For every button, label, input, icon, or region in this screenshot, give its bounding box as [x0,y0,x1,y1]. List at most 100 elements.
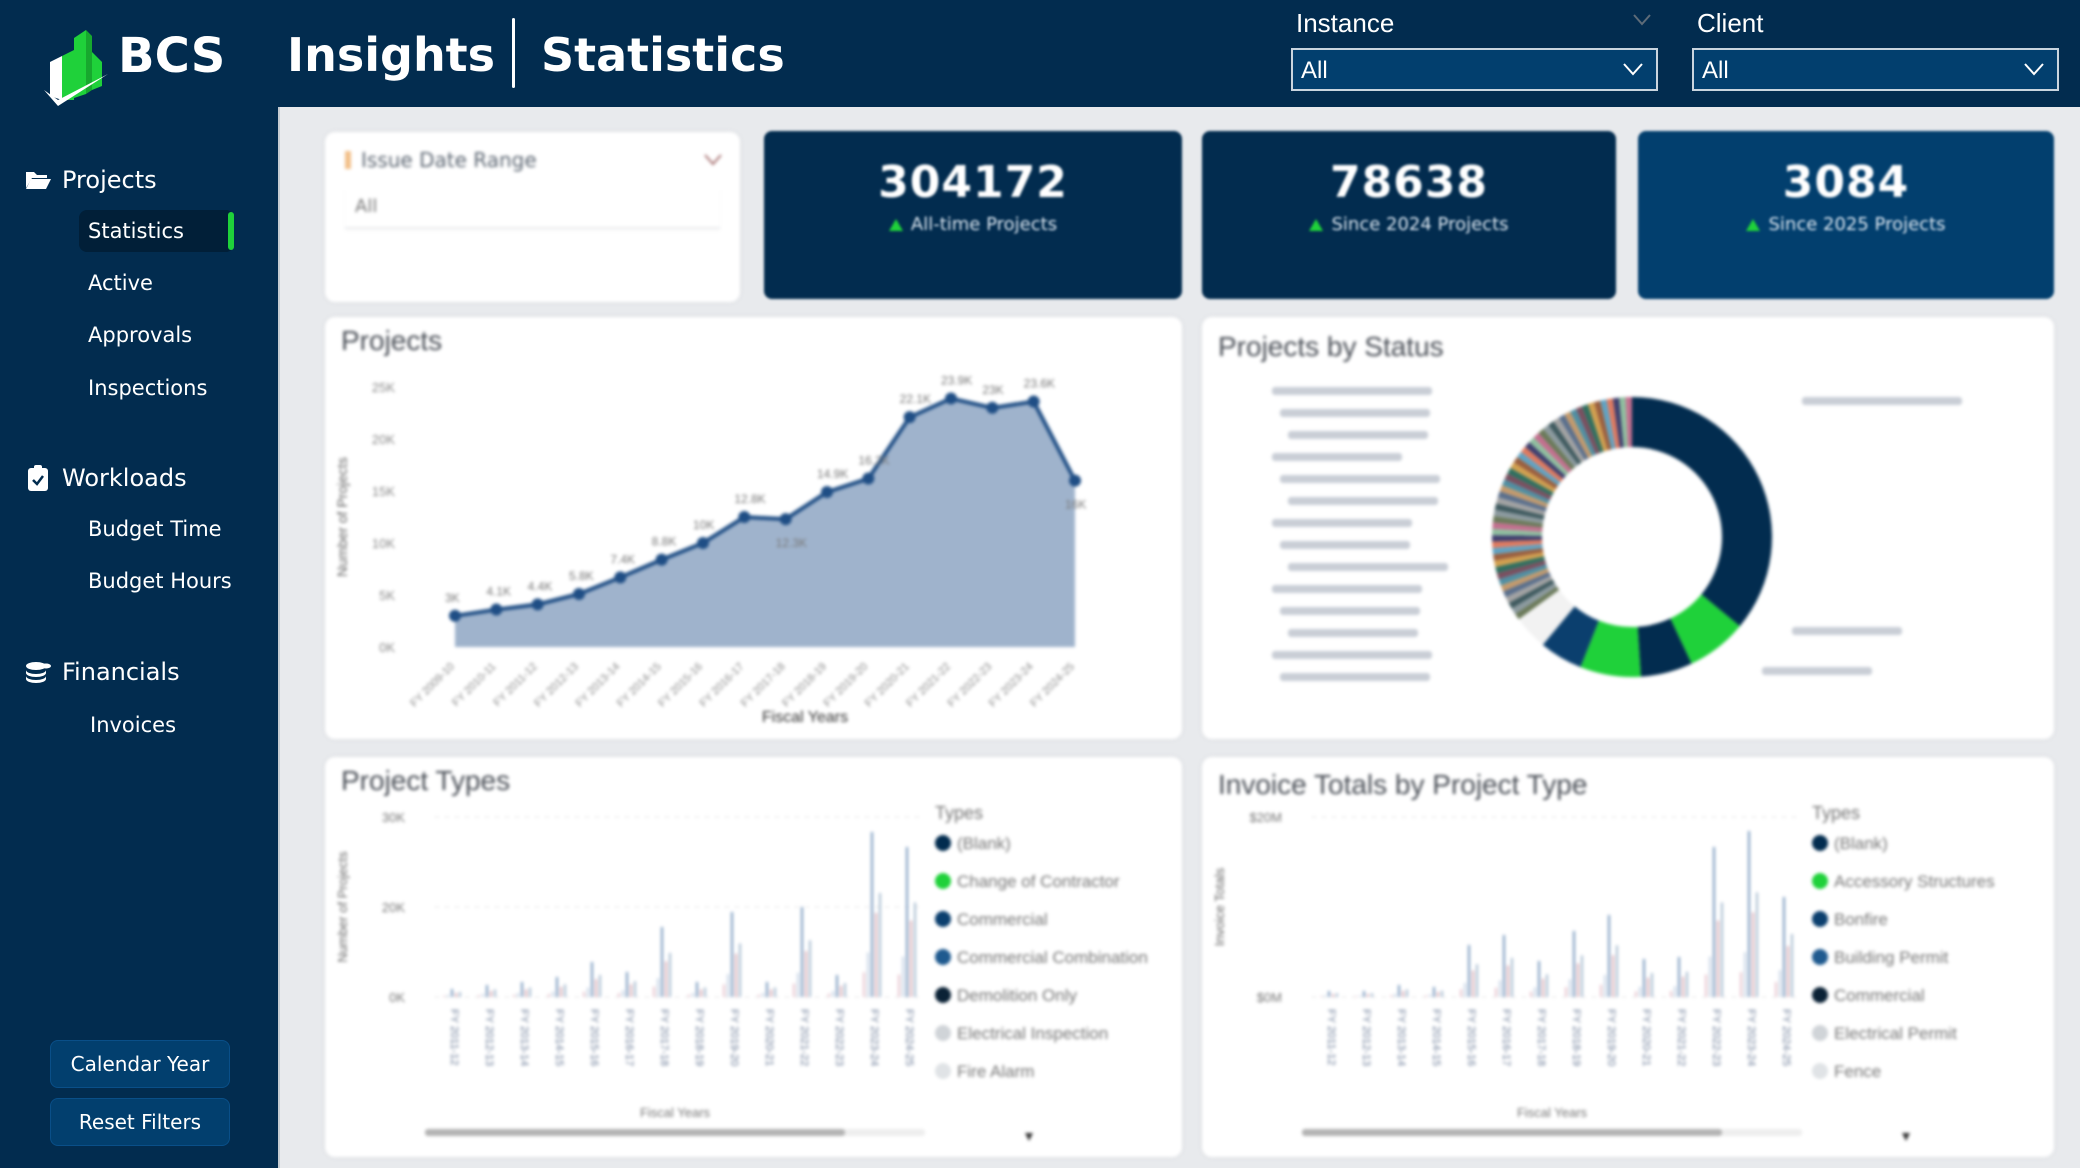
bar [1460,989,1462,997]
scrollbar-thumb [1302,1129,1722,1136]
data-label: 16K [1065,498,1086,512]
bar [1503,935,1505,997]
sidebar-section-projects[interactable]: Projects [24,166,157,194]
legend-marker [935,1063,951,1079]
legend-item: Commercial Combination [957,948,1148,967]
legend-marker [1812,987,1828,1003]
bar [669,952,671,997]
y-tick-label: $0M [1257,990,1282,1005]
bar [1670,991,1672,997]
x-tick-label: FY 2013-14 [1395,1009,1407,1066]
bar [1705,974,1707,997]
sidebar-item-inspections[interactable]: Inspections [79,367,234,409]
x-tick-label: FY 2017-18 [1535,1009,1547,1066]
legend-marker [1812,949,1828,965]
bar [1336,993,1338,997]
calendar-year-button[interactable]: Calendar Year [50,1040,230,1088]
bar [793,983,795,997]
data-point [490,603,503,616]
sidebar-section-financials[interactable]: Financials [24,658,180,686]
data-label: 4.1K [486,585,511,599]
bar [1604,974,1606,997]
folder-open-icon [26,172,51,189]
data-label: 5.8K [569,569,594,583]
legend-item: Bonfire [1834,910,1888,929]
legend-marker [935,949,951,965]
x-tick-label: FY 2021-22 [1675,1009,1687,1066]
chevron-down-icon[interactable] [704,154,722,166]
bar [1565,987,1567,997]
sidebar-section-label: Workloads [62,464,187,492]
instance-dropdown[interactable]: All [1291,48,1658,91]
sidebar-item-active[interactable]: Active [79,262,234,304]
data-label: 4.4K [528,579,553,593]
sidebar-item-label: Active [88,271,153,295]
sidebar-item-budget-hours[interactable]: Budget Hours [79,560,234,602]
bar [688,994,690,997]
legend-item: (Blank) [957,834,1011,853]
bar [478,995,480,997]
date-range-dropdown[interactable]: All [345,188,720,228]
legend-marker [935,1025,951,1041]
slice-label [1288,497,1438,505]
app: BCS Insights Statistics Instance All Cli… [0,0,2080,1168]
page-title: Statistics [541,28,785,82]
bar [1542,978,1544,997]
data-point [697,537,709,549]
x-tick-label: FY 2018-19 [1570,1009,1582,1066]
bar [704,987,706,997]
bar [657,978,659,997]
bar [1740,972,1742,997]
bar [486,985,488,997]
legend-title: Types [1812,803,1860,823]
bar [1476,964,1478,997]
x-tick-label: FY 2022-23 [833,1009,845,1066]
date-range-value: All [355,196,378,217]
legend-item: Commercial [957,910,1048,929]
bar [630,984,632,997]
y-tick-label: 25K [372,380,395,395]
bar [1600,984,1602,997]
bar [1425,995,1427,997]
sidebar-item-statistics[interactable]: Statistics [79,210,234,252]
slice-label [1272,519,1412,527]
bar [731,912,733,997]
project-types-card: Project Types 0K 20K 30K Number of Projects… [325,757,1182,1157]
client-dropdown[interactable]: All [1692,48,2059,91]
kpi-card-all-time: 304172 All-time Projects [764,131,1182,299]
legend-item: Building Permit [1834,948,1949,967]
bar [863,972,865,997]
sidebar-item-label: Budget Time [88,517,222,541]
bar [1546,974,1548,997]
bar [867,952,869,997]
legend-scroll-down-icon [1902,1133,1910,1141]
pie-slice [1632,397,1772,627]
data-point [573,587,585,600]
bar [529,987,531,997]
bar [805,951,807,997]
bar [595,979,597,997]
data-point [779,513,792,526]
sidebar-item-invoices[interactable]: Invoices [81,704,236,746]
bar [1573,931,1575,997]
sidebar-item-label: Statistics [88,219,184,243]
kpi-value: 304172 [878,157,1068,208]
sidebar-section-workloads[interactable]: Workloads [24,464,187,492]
bar [1686,971,1688,997]
header: BCS Insights Statistics Instance All Cli… [0,0,2080,107]
reset-filters-button[interactable]: Reset Filters [50,1098,230,1146]
y-axis-label: Number of Projects [335,851,350,963]
bar [552,991,554,997]
bar [1472,970,1474,997]
bar [1495,987,1497,997]
bar [459,991,461,997]
sidebar-item-approvals[interactable]: Approvals [79,314,234,356]
x-tick-label: FY 2023-24 [868,1009,880,1066]
bar [548,994,550,997]
projects-chart-card: Projects 0K 5K 10K 15K 20K 25K Number of Proje… [325,317,1182,739]
sidebar-item-budget-time[interactable]: Budget Time [79,508,234,550]
bar [1756,892,1758,997]
instance-collapse-chevron-icon[interactable] [1632,12,1652,28]
data-label: 3K [445,591,460,605]
chevron-down-icon [2024,63,2044,76]
